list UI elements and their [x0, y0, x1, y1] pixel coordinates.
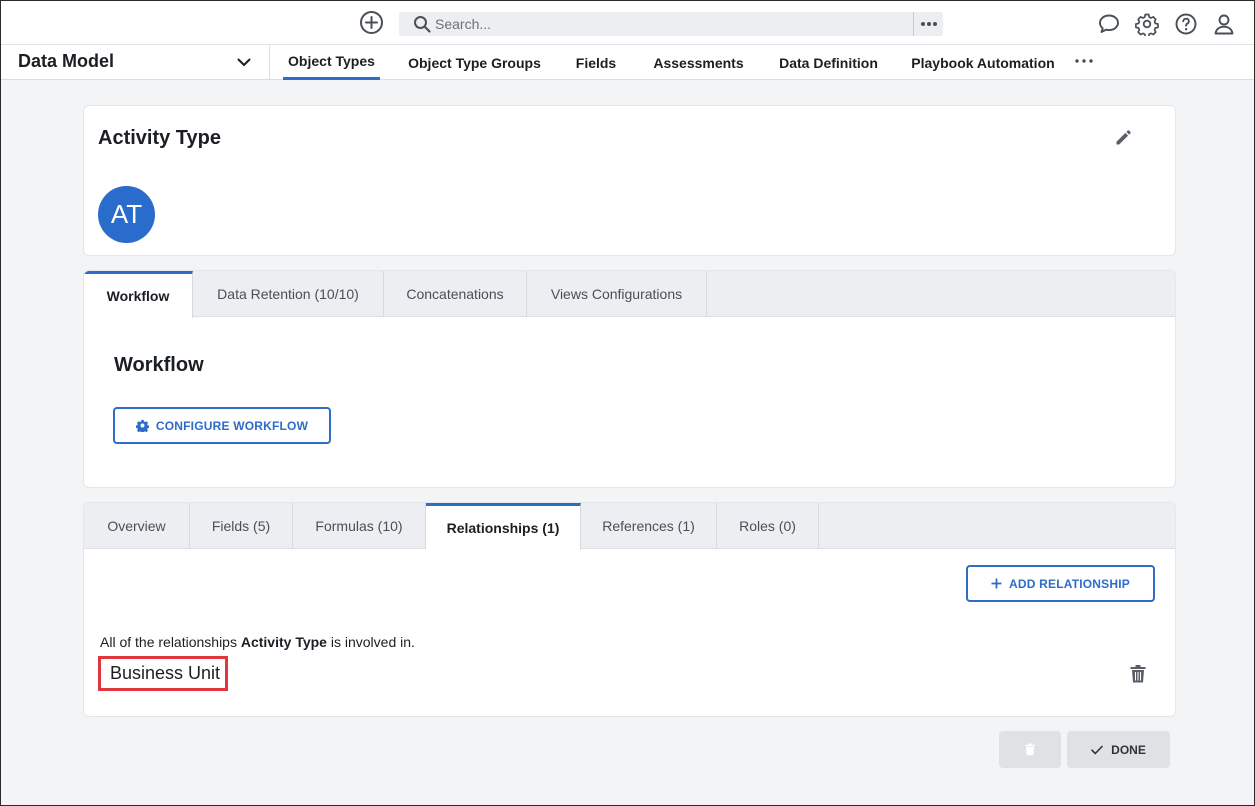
- details-panel: Overview Fields (5) Formulas (10) Relati…: [83, 502, 1176, 717]
- nav-tab-assessments[interactable]: Assessments: [649, 45, 748, 80]
- search-input[interactable]: [435, 13, 905, 35]
- nav-tab-data-definition[interactable]: Data Definition: [773, 45, 884, 80]
- tab-overview[interactable]: Overview: [84, 503, 190, 549]
- tab-references[interactable]: References (1): [581, 503, 717, 549]
- app-switcher[interactable]: Data Model: [1, 45, 270, 80]
- avatar: AT: [98, 186, 155, 243]
- search-icon: [414, 16, 431, 33]
- search-bar: [399, 12, 943, 36]
- tab-roles[interactable]: Roles (0): [717, 503, 819, 549]
- tab-relationships[interactable]: Relationships (1): [426, 503, 581, 550]
- configure-workflow-label: CONFIGURE WORKFLOW: [155, 418, 309, 433]
- top-bar: [1, 1, 1254, 45]
- nav-tab-playbook-automation[interactable]: Playbook Automation: [909, 45, 1057, 80]
- record-header-card: Activity Type AT: [83, 105, 1176, 256]
- app-navigation: Data Model Object Types Object Type Grou…: [1, 45, 1254, 80]
- trash-icon: [1025, 743, 1035, 756]
- help-icon[interactable]: [1174, 12, 1198, 36]
- description-suffix: is involved in.: [326, 634, 415, 650]
- relationship-item[interactable]: Business Unit: [98, 656, 229, 691]
- user-icon[interactable]: [1212, 12, 1236, 36]
- tab-concatenations[interactable]: Concatenations: [384, 271, 527, 317]
- tab-fields[interactable]: Fields (5): [190, 503, 293, 549]
- tab-data-retention[interactable]: Data Retention (10/10): [193, 271, 384, 317]
- plus-circle-icon[interactable]: [360, 11, 383, 34]
- delete-button[interactable]: [999, 731, 1061, 768]
- tab-views-configurations[interactable]: Views Configurations: [527, 271, 707, 317]
- search-options-button[interactable]: [913, 12, 943, 36]
- chat-icon[interactable]: [1097, 12, 1121, 36]
- app-title: Data Model: [18, 51, 115, 71]
- nav-tab-object-type-groups[interactable]: Object Type Groups: [405, 45, 544, 80]
- gear-icon: [135, 419, 149, 432]
- tab-workflow[interactable]: Workflow: [84, 271, 193, 318]
- tab-formulas[interactable]: Formulas (10): [293, 503, 426, 549]
- relationships-description: All of the relationships Activity Type i…: [100, 634, 415, 650]
- add-relationship-label: ADD RELATIONSHIP: [1009, 576, 1130, 591]
- configuration-panel: Workflow Data Retention (10/10) Concaten…: [83, 270, 1176, 488]
- gear-icon[interactable]: [1135, 12, 1159, 36]
- nav-tab-fields[interactable]: Fields: [568, 45, 624, 80]
- add-relationship-button[interactable]: ADD RELATIONSHIP: [966, 565, 1155, 602]
- plus-icon: [991, 578, 1002, 589]
- configuration-tabs: Workflow Data Retention (10/10) Concaten…: [84, 271, 1175, 318]
- detail-tabs: Overview Fields (5) Formulas (10) Relati…: [84, 503, 1175, 550]
- more-horizontal-icon: [920, 22, 937, 26]
- app-window: Data Model Object Types Object Type Grou…: [0, 0, 1255, 806]
- pencil-icon[interactable]: [1114, 129, 1132, 147]
- description-subject: Activity Type: [240, 634, 327, 650]
- section-title: Workflow: [114, 354, 204, 376]
- description-prefix: All of the relationships: [100, 634, 241, 650]
- check-icon: [1091, 745, 1103, 754]
- page-title: Activity Type: [98, 127, 221, 149]
- more-horizontal-icon[interactable]: [1074, 55, 1094, 67]
- done-label: DONE: [1111, 742, 1146, 757]
- done-button[interactable]: DONE: [1067, 731, 1170, 768]
- trash-icon[interactable]: [1129, 664, 1147, 684]
- configure-workflow-button[interactable]: CONFIGURE WORKFLOW: [113, 407, 331, 444]
- nav-tab-object-types[interactable]: Object Types: [283, 45, 380, 80]
- chevron-down-icon: [237, 58, 251, 66]
